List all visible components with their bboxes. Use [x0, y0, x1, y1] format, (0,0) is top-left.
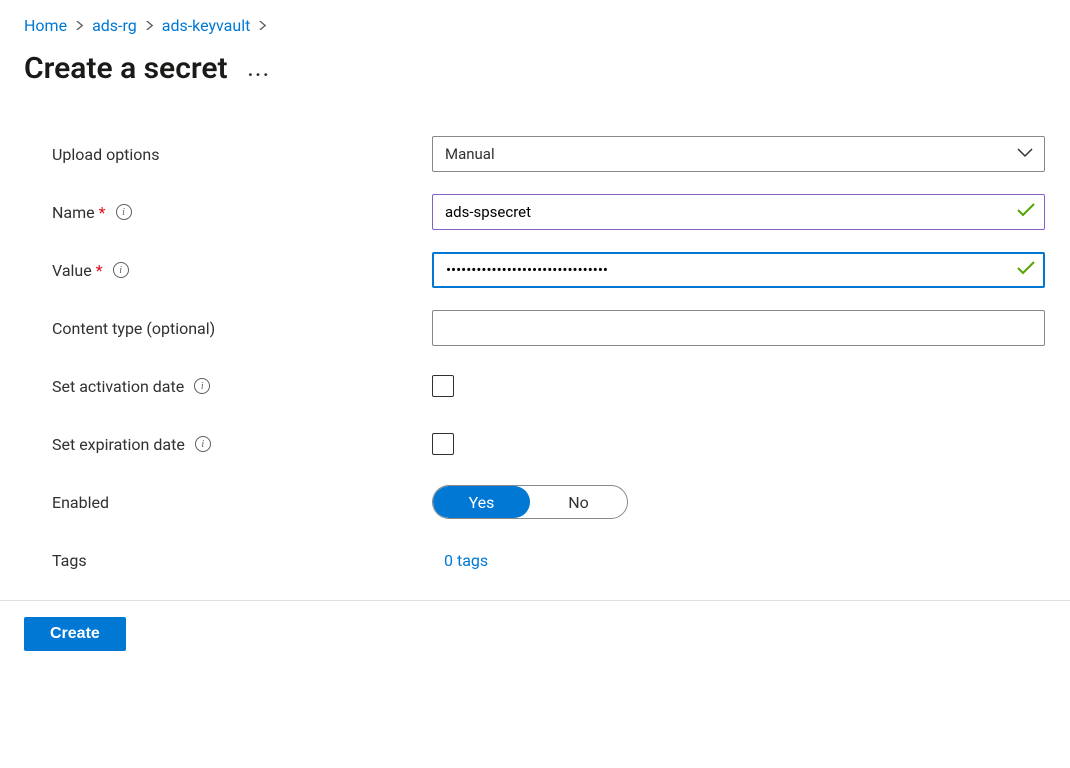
enabled-yes-option[interactable]: Yes	[433, 486, 530, 518]
chevron-right-icon	[258, 19, 267, 33]
more-menu-icon[interactable]: ...	[248, 57, 271, 81]
row-name: Name * i	[52, 194, 1046, 230]
content-type-input[interactable]	[432, 310, 1045, 346]
create-button[interactable]: Create	[24, 617, 126, 651]
chevron-right-icon	[75, 19, 84, 33]
breadcrumb-home[interactable]: Home	[24, 16, 67, 35]
name-input[interactable]	[432, 194, 1045, 230]
upload-options-select[interactable]: Manual	[432, 136, 1045, 172]
activation-date-checkbox[interactable]	[432, 375, 454, 397]
label-content-type: Content type (optional)	[52, 319, 432, 338]
row-enabled: Enabled Yes No	[52, 484, 1046, 520]
row-content-type: Content type (optional)	[52, 310, 1046, 346]
label-value: Value * i	[52, 261, 432, 280]
label-name: Name * i	[52, 203, 432, 222]
row-expiration-date: Set expiration date i	[52, 426, 1046, 462]
page-title: Create a secret	[24, 51, 228, 86]
breadcrumb-ads-keyvault[interactable]: ads-keyvault	[162, 16, 251, 35]
info-icon[interactable]: i	[194, 378, 210, 394]
value-input[interactable]	[432, 252, 1045, 288]
enabled-no-option[interactable]: No	[530, 486, 627, 518]
label-enabled: Enabled	[52, 493, 432, 512]
footer-bar: Create	[0, 600, 1070, 667]
expiration-date-checkbox[interactable]	[432, 433, 454, 455]
breadcrumb-ads-rg[interactable]: ads-rg	[92, 16, 137, 35]
row-value: Value * i	[52, 252, 1046, 288]
label-tags: Tags	[52, 551, 432, 570]
page-header: Create a secret ...	[0, 43, 1070, 106]
row-tags: Tags 0 tags	[52, 542, 1046, 578]
enabled-toggle[interactable]: Yes No	[432, 485, 628, 519]
required-marker: *	[96, 261, 103, 280]
upload-options-value: Manual	[445, 145, 495, 163]
info-icon[interactable]: i	[195, 436, 211, 452]
row-upload-options: Upload options Manual	[52, 136, 1046, 172]
tags-link[interactable]: 0 tags	[444, 551, 488, 570]
info-icon[interactable]: i	[113, 262, 129, 278]
breadcrumb: Home ads-rg ads-keyvault	[0, 0, 1070, 43]
chevron-right-icon	[145, 19, 154, 33]
required-marker: *	[99, 203, 106, 222]
label-activation-date: Set activation date i	[52, 377, 432, 396]
form: Upload options Manual Name * i	[0, 106, 1070, 578]
label-upload-options: Upload options	[52, 145, 432, 164]
info-icon[interactable]: i	[116, 204, 132, 220]
label-expiration-date: Set expiration date i	[52, 435, 432, 454]
row-activation-date: Set activation date i	[52, 368, 1046, 404]
